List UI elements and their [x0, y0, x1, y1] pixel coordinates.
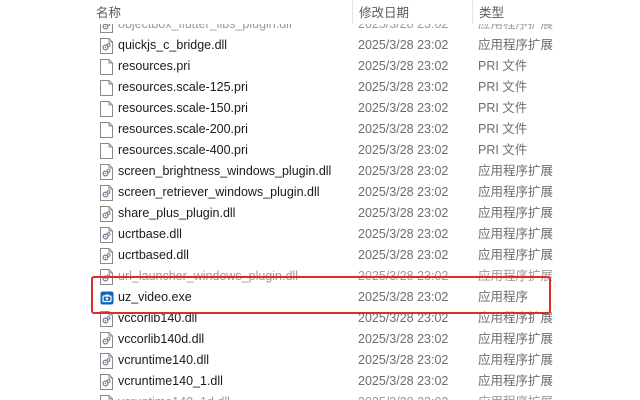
file-type: 应用程序扩展	[478, 311, 554, 325]
file-name: screen_brightness_windows_plugin.dll	[118, 164, 332, 178]
column-header-name[interactable]: 名称	[90, 0, 352, 24]
file-row[interactable]: resources.scale-125.pri 2025/3/28 23:02 PR…	[0, 77, 640, 98]
file-type: 应用程序扩展	[478, 164, 554, 178]
file-name: quickjs_c_bridge.dll	[118, 38, 228, 52]
dll-file-icon	[100, 206, 113, 222]
dll-file-icon	[100, 311, 113, 327]
file-type: PRI 文件	[478, 80, 528, 94]
file-modified-date: 2025/3/28 23:02	[358, 353, 449, 367]
dll-file-icon	[100, 185, 113, 201]
file-type: 应用程序扩展	[478, 248, 554, 262]
file-modified-date: 2025/3/28 23:02	[358, 122, 449, 136]
file-type: PRI 文件	[478, 59, 528, 73]
file-row[interactable]: vcruntime140_1d.dll 2025/3/28 23:02 应用程序扩展	[0, 392, 640, 400]
file-name: resources.scale-200.pri	[118, 122, 248, 136]
file-modified-date: 2025/3/28 23:02	[358, 80, 449, 94]
file-modified-date: 2025/3/28 23:02	[358, 227, 449, 241]
file-name: ucrtbase.dll	[118, 227, 182, 241]
blank-file-icon	[100, 101, 113, 117]
file-type: PRI 文件	[478, 101, 528, 115]
file-row[interactable]: uz_video.exe 2025/3/28 23:02 应用程序	[0, 287, 640, 308]
dll-file-icon	[100, 332, 113, 348]
file-name: resources.scale-150.pri	[118, 101, 248, 115]
file-name: vcruntime140_1d.dll	[118, 392, 230, 400]
file-name: vccorlib140.dll	[118, 311, 198, 325]
dll-file-icon	[100, 248, 113, 264]
file-name: uz_video.exe	[118, 290, 192, 304]
file-type: 应用程序	[478, 290, 529, 304]
file-modified-date: 2025/3/28 23:02	[358, 311, 449, 325]
file-row[interactable]: resources.pri 2025/3/28 23:02 PRI 文件	[0, 56, 640, 77]
file-modified-date: 2025/3/28 23:02	[358, 185, 449, 199]
file-modified-date: 2025/3/28 23:02	[358, 206, 449, 220]
file-row[interactable]: vcruntime140.dll 2025/3/28 23:02 应用程序扩展	[0, 350, 640, 371]
blank-file-icon	[100, 59, 113, 75]
column-header-bar: 名称 修改日期 类型	[0, 0, 640, 24]
dll-file-icon	[100, 374, 113, 390]
file-row[interactable]: vcruntime140_1.dll 2025/3/28 23:02 应用程序扩展	[0, 371, 640, 392]
file-row[interactable]: ucrtbase.dll 2025/3/28 23:02 应用程序扩展	[0, 224, 640, 245]
file-modified-date: 2025/3/28 23:02	[358, 248, 449, 262]
column-header-type[interactable]: 类型	[472, 0, 640, 24]
file-type: 应用程序扩展	[478, 38, 554, 52]
dll-file-icon	[100, 227, 113, 243]
blank-file-icon	[100, 122, 113, 138]
file-row[interactable]: ucrtbased.dll 2025/3/28 23:02 应用程序扩展	[0, 245, 640, 266]
dll-file-icon	[100, 395, 113, 400]
file-modified-date: 2025/3/28 23:02	[358, 374, 449, 388]
file-type: 应用程序扩展	[478, 353, 554, 367]
blank-file-icon	[100, 143, 113, 159]
file-modified-date: 2025/3/28 23:02	[358, 143, 449, 157]
file-row[interactable]: resources.scale-200.pri 2025/3/28 23:02 PR…	[0, 119, 640, 140]
file-name: resources.scale-125.pri	[118, 80, 248, 94]
file-row[interactable]: quickjs_c_bridge.dll 2025/3/28 23:02 应用程序扩…	[0, 35, 640, 56]
file-row[interactable]: screen_brightness_windows_plugin.dll 2025…	[0, 161, 640, 182]
dll-file-icon	[100, 353, 113, 369]
file-row[interactable]: resources.scale-150.pri 2025/3/28 23:02 PR…	[0, 98, 640, 119]
file-name: share_plus_plugin.dll	[118, 206, 236, 220]
file-list: objectbox_flutter_libs_plugin.dll 2025/3/…	[0, 14, 640, 400]
file-type: PRI 文件	[478, 143, 528, 157]
file-modified-date: 2025/3/28 23:02	[358, 392, 448, 400]
file-type: PRI 文件	[478, 122, 528, 136]
file-type: 应用程序扩展	[478, 374, 554, 388]
blank-file-icon	[100, 80, 113, 96]
file-type: 应用程序扩展	[478, 392, 553, 400]
file-modified-date: 2025/3/28 23:02	[358, 59, 449, 73]
file-type: 应用程序扩展	[478, 269, 554, 283]
file-modified-date: 2025/3/28 23:02	[358, 101, 449, 115]
file-modified-date: 2025/3/28 23:02	[358, 269, 449, 283]
dll-file-icon	[100, 164, 113, 180]
file-type: 应用程序扩展	[478, 206, 554, 220]
file-name: url_launcher_windows_plugin.dll	[118, 269, 298, 283]
file-row[interactable]: share_plus_plugin.dll 2025/3/28 23:02 应用程序…	[0, 203, 640, 224]
exe-app-icon	[100, 290, 114, 306]
file-row[interactable]: url_launcher_windows_plugin.dll 2025/3/28…	[0, 266, 640, 287]
file-modified-date: 2025/3/28 23:02	[358, 332, 449, 346]
file-name: resources.scale-400.pri	[118, 143, 248, 157]
file-name: vccorlib140d.dll	[118, 332, 205, 346]
file-row[interactable]: resources.scale-400.pri 2025/3/28 23:02 PR…	[0, 140, 640, 161]
dll-file-icon	[100, 38, 113, 54]
dll-file-icon	[100, 269, 113, 285]
file-name: resources.pri	[118, 59, 191, 73]
file-modified-date: 2025/3/28 23:02	[358, 38, 449, 52]
file-type: 应用程序扩展	[478, 332, 554, 346]
file-name: vcruntime140_1.dll	[118, 374, 223, 388]
file-modified-date: 2025/3/28 23:02	[358, 290, 449, 304]
file-row[interactable]: vccorlib140.dll 2025/3/28 23:02 应用程序扩展	[0, 308, 640, 329]
file-name: ucrtbased.dll	[118, 248, 189, 262]
file-row[interactable]: screen_retriever_windows_plugin.dll 2025/…	[0, 182, 640, 203]
file-name: screen_retriever_windows_plugin.dll	[118, 185, 320, 199]
file-row[interactable]: vccorlib140d.dll 2025/3/28 23:02 应用程序扩展	[0, 329, 640, 350]
file-type: 应用程序扩展	[478, 227, 554, 241]
column-header-date[interactable]: 修改日期	[352, 0, 472, 24]
file-modified-date: 2025/3/28 23:02	[358, 164, 449, 178]
file-name: vcruntime140.dll	[118, 353, 210, 367]
file-type: 应用程序扩展	[478, 185, 554, 199]
